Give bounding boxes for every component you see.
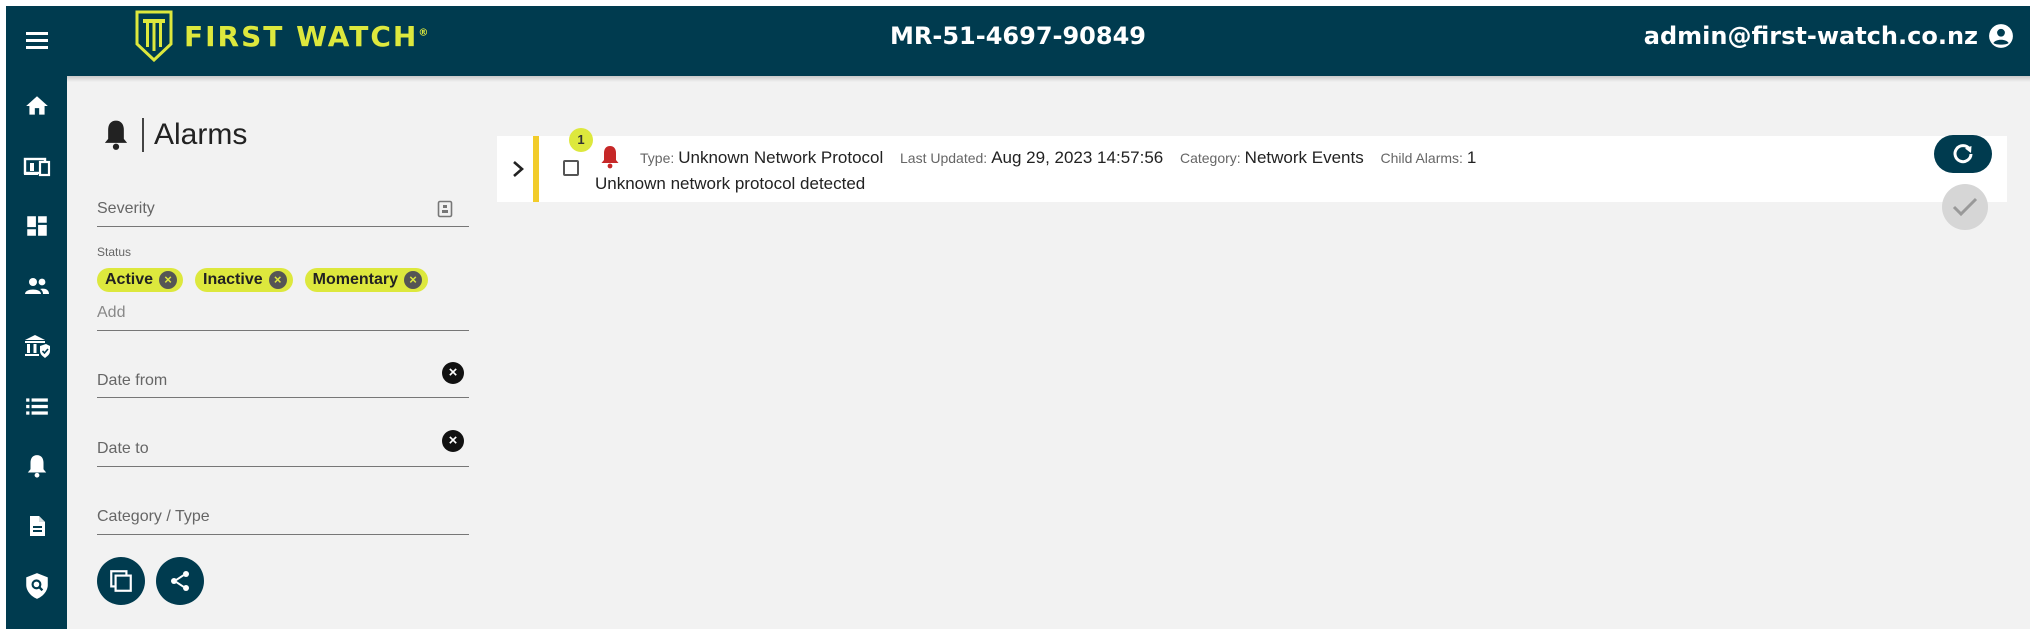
alarm-row[interactable]: 1 Type: Unknown Network Protocol Last Upd… (497, 128, 2007, 202)
nav-dashboard[interactable] (6, 206, 67, 246)
alarm-bell-icon (601, 146, 619, 169)
date-to-label: Date to (97, 440, 149, 457)
nav-devices[interactable] (6, 146, 67, 186)
refresh-icon (1953, 144, 1973, 164)
alarm-severity-bar (533, 136, 539, 202)
page-title-text: Alarms (154, 118, 248, 151)
users-icon (24, 278, 49, 294)
nav-institution[interactable] (6, 326, 67, 366)
remove-chip-icon[interactable]: × (403, 271, 422, 289)
alarm-description: Unknown network protocol detected (595, 174, 866, 193)
share-button[interactable] (156, 557, 204, 605)
user-email: admin@first-watch.co.nz (1643, 22, 1978, 50)
header-shadow (67, 76, 2030, 82)
home-icon (25, 96, 48, 115)
chip-inactive[interactable]: Inactive × (195, 268, 293, 292)
nav-alarms[interactable] (6, 446, 67, 486)
user-menu[interactable]: admin@first-watch.co.nz (1644, 22, 2014, 50)
alarm-count-badge: 1 (569, 128, 593, 152)
security-search-icon (25, 573, 48, 599)
child-alarms-key: Child Alarms: (1380, 150, 1463, 166)
type-value: Unknown Network Protocol (678, 148, 884, 167)
updated-key: Last Updated: (900, 150, 988, 166)
copy-icon (110, 570, 132, 592)
clear-date-from-icon[interactable]: × (442, 362, 464, 384)
date-from-label: Date from (97, 372, 168, 389)
acknowledge-button[interactable] (1942, 184, 1988, 230)
document-icon (29, 516, 45, 536)
date-from-field[interactable]: Date from (97, 372, 469, 398)
bell-icon (27, 455, 46, 478)
chip-label: Inactive (203, 271, 263, 288)
nav-users[interactable] (6, 266, 67, 306)
category-value: Network Events (1244, 148, 1364, 167)
top-app-bar: FIRST WATCH® MR-51-4697-90849 admin@firs… (6, 6, 2030, 76)
alarm-select-checkbox[interactable] (563, 160, 579, 176)
type-key: Type: (640, 150, 675, 166)
chip-momentary[interactable]: Momentary × (304, 268, 428, 292)
status-label: Status (97, 245, 132, 259)
remove-chip-icon[interactable]: × (159, 271, 178, 289)
category-key: Category: (1179, 150, 1241, 166)
list-icon (25, 398, 48, 415)
nav-reports[interactable] (6, 506, 67, 546)
status-chips: Active × Inactive × Momentary × (97, 268, 428, 292)
refresh-button[interactable] (1934, 135, 1992, 173)
category-type-field[interactable]: Category / Type (97, 508, 469, 535)
status-add-input[interactable]: Add (97, 304, 125, 322)
title-divider (142, 118, 144, 152)
clear-date-to-icon[interactable]: × (442, 430, 464, 452)
bell-icon (104, 120, 128, 150)
account-circle-icon (1989, 24, 2013, 48)
updated-value: Aug 29, 2023 14:57:56 (991, 148, 1164, 167)
nav-security[interactable] (6, 566, 67, 606)
alarm-meta: Type: Unknown Network Protocol Last Updat… (640, 148, 1488, 168)
date-to-field[interactable]: Date to (97, 440, 469, 467)
check-icon (1952, 197, 1978, 217)
status-field-underline (97, 329, 469, 331)
severity-field[interactable]: Severity (97, 200, 469, 227)
list-box-icon (437, 200, 453, 218)
chip-active[interactable]: Active × (97, 268, 184, 292)
chip-label: Active (105, 271, 154, 288)
severity-label: Severity (97, 200, 155, 217)
share-icon (171, 571, 189, 591)
sidebar-nav (6, 76, 67, 629)
copy-button[interactable] (97, 557, 145, 605)
devices-icon (23, 157, 50, 177)
expand-chevron-icon[interactable] (511, 160, 525, 183)
child-alarms-value: 1 (1466, 148, 1477, 167)
institution-icon (24, 335, 50, 358)
nav-list[interactable] (6, 386, 67, 426)
nav-home[interactable] (6, 86, 67, 126)
page-title: Alarms (100, 118, 247, 152)
remove-chip-icon[interactable]: × (268, 271, 287, 289)
category-type-label: Category / Type (97, 508, 210, 525)
chip-label: Momentary (312, 271, 398, 288)
dashboard-icon (26, 216, 47, 236)
